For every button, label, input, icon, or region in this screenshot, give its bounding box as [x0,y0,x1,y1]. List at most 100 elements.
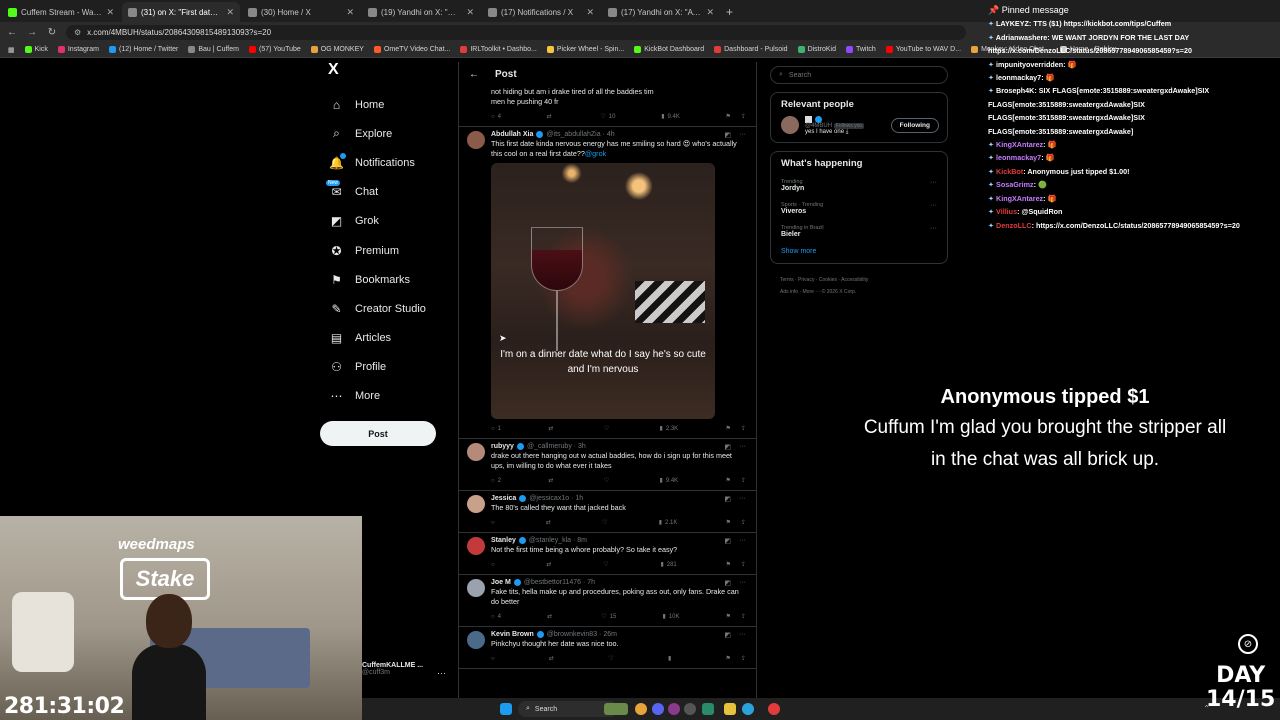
nav-item-home[interactable]: ⌂ Home [320,90,450,119]
account-more-icon[interactable]: ··· [437,668,446,678]
nav-item-creator-studio[interactable]: ✎ Creator Studio [320,294,450,323]
address-bar[interactable]: ⚙ x.com/4MBUH/status/2086430981548913093… [66,24,966,40]
author-name[interactable]: rubyyy [491,443,514,450]
author-handle[interactable]: @bestbettor11476 · 7h [524,579,595,586]
share-icon[interactable]: ⇪ [741,477,746,484]
chrome-icon[interactable] [635,703,647,715]
file-explorer-icon[interactable] [724,703,736,715]
reply-button[interactable]: ○ [491,656,498,662]
browser-tab[interactable]: (19) Yandhi on X: "WTF https: ✕ [362,2,480,22]
nav-item-bookmarks[interactable]: ⚑ Bookmarks [320,265,450,294]
like-button[interactable]: ♡ [602,519,610,526]
terminal-icon[interactable] [702,703,714,715]
new-tab-button[interactable]: + [720,2,739,22]
share-icon[interactable]: ⇪ [741,113,746,120]
tab-close-icon[interactable]: ✕ [706,7,714,18]
more-icon[interactable]: ··· [739,631,746,639]
trend-more-icon[interactable]: ··· [930,225,937,232]
show-more-link[interactable]: Show more [781,248,937,255]
apps-icon[interactable]: ▦ [8,46,15,54]
bookmark-icon[interactable]: ⚑ [726,425,731,432]
trend-item[interactable]: Trending Jordyn ··· [781,179,937,192]
nav-item-notifications[interactable]: 🔔 Notifications [320,148,450,177]
more-icon[interactable]: ··· [739,131,746,139]
search-box[interactable]: ⌕ Search [770,66,948,84]
tab-close-icon[interactable]: ✕ [586,7,594,18]
views-button[interactable]: ▮ 281 [660,561,676,569]
grok-explain-icon[interactable]: ◩ [724,631,731,639]
views-button[interactable]: ▮ 10K [662,613,679,621]
footer-links-2[interactable]: Ads info · More ··· © 2026 X Corp. [780,286,948,298]
bookmark-item[interactable]: IRLToolkit • Dashbo... [460,46,537,53]
share-icon[interactable]: ⇪ [741,561,746,568]
author-name[interactable]: Abdullah Xia [491,131,533,138]
nav-item-grok[interactable]: ◩ Grok [320,207,450,236]
tweet[interactable]: ◩ ··· Stanley @stanley_kla · 8m Not the firs… [459,533,756,575]
bookmark-item[interactable]: Instagram [57,46,99,53]
avatar[interactable] [467,495,485,513]
share-icon[interactable]: ⇪ [741,613,746,620]
author-handle[interactable]: @its_abdullahZia · 4h [546,131,614,138]
site-info-icon[interactable]: ⚙ [74,28,81,37]
repost-button[interactable]: ⇄ [547,113,555,120]
bookmark-item[interactable]: KickBot Dashboard [634,46,704,53]
nav-item-profile[interactable]: ⚇ Profile [320,353,450,382]
avatar[interactable] [467,579,485,597]
x-logo-icon[interactable]: X [328,62,344,78]
bookmark-icon[interactable]: ⚑ [726,519,731,526]
more-icon[interactable]: ··· [739,537,746,545]
tab-close-icon[interactable]: ✕ [106,7,114,18]
avatar[interactable] [781,116,799,134]
views-button[interactable]: ▮ 9.4K [661,113,680,121]
back-icon[interactable]: ← [6,27,18,38]
bookmark-icon[interactable]: ⚑ [726,613,731,620]
share-icon[interactable]: ⇪ [741,425,746,432]
like-button[interactable]: ♡ 10 [600,113,615,121]
post-button[interactable]: Post [320,421,436,447]
reply-button[interactable]: ○ [491,562,498,568]
bookmark-icon[interactable]: ⚑ [726,477,731,484]
repost-button[interactable]: ⇄ [546,561,554,568]
bookmark-item[interactable]: YouTube to WAV D... [885,46,961,53]
author-name[interactable]: Joe M [491,579,511,586]
nav-item-more[interactable]: ⋯ More [320,382,450,411]
browser-tab[interactable]: Cuffem Stream - Watch Live on✕ [2,2,120,22]
taskbar-search[interactable]: ⌕ Search [518,701,618,717]
like-button[interactable]: ♡ [603,561,611,568]
trend-more-icon[interactable]: ··· [930,179,937,186]
forward-icon[interactable]: → [26,27,38,38]
trend-item[interactable]: Trending in Brazil Bieler ··· [781,225,937,238]
browser-tab[interactable]: (31) on X: "First date kinda✕ [122,2,240,22]
like-button[interactable]: ♡ [608,655,616,662]
browser-tab[interactable]: (30) Home / X ✕ [242,2,360,22]
grok-explain-icon[interactable]: ◩ [724,495,731,503]
bookmark-icon[interactable]: ⚑ [726,655,731,662]
author-name[interactable]: Jessica [491,495,516,502]
share-icon[interactable]: ⇪ [741,655,746,662]
telegram-icon[interactable] [742,703,754,715]
more-icon[interactable]: ··· [739,579,746,587]
author-handle[interactable]: @_callmeruby · 3h [527,443,586,450]
trend-more-icon[interactable]: ··· [930,202,937,209]
reply-button[interactable]: ○ 4 [491,614,501,620]
tweet[interactable]: ◩ ··· Joe M @bestbettor11476 · 7h Fake tits,… [459,575,756,627]
repost-button[interactable]: ⇄ [546,519,554,526]
more-icon[interactable]: ··· [739,495,746,503]
avatar[interactable] [467,631,485,649]
views-button[interactable]: ▮ 2.1K [659,519,678,527]
footer-links[interactable]: Terms · Privacy · Cookies · Accessibilit… [780,274,948,286]
tweet-partial[interactable]: not hiding but am i drake tired of all t… [459,87,756,127]
bookmark-icon[interactable]: ⚑ [726,561,731,568]
avatar[interactable] [467,131,485,149]
mention-link[interactable]: @grok [585,149,606,158]
author-name[interactable]: Stanley [491,537,516,544]
tweet[interactable]: ◩ ··· Jessica @jessicax1o · 1h The 80's call… [459,491,756,533]
app-icon[interactable] [684,703,696,715]
relevant-person[interactable]: @4MBUH Follows you yes I have one ⤓ Foll… [781,116,939,136]
windows-start-icon[interactable] [500,703,512,715]
more-icon[interactable]: ··· [739,443,746,451]
bookmark-item[interactable]: DistroKid [797,46,836,53]
grok-explain-icon[interactable]: ◩ [724,131,731,139]
bookmark-item[interactable]: Twitch [845,46,876,53]
views-button[interactable]: ▮ [668,655,674,662]
